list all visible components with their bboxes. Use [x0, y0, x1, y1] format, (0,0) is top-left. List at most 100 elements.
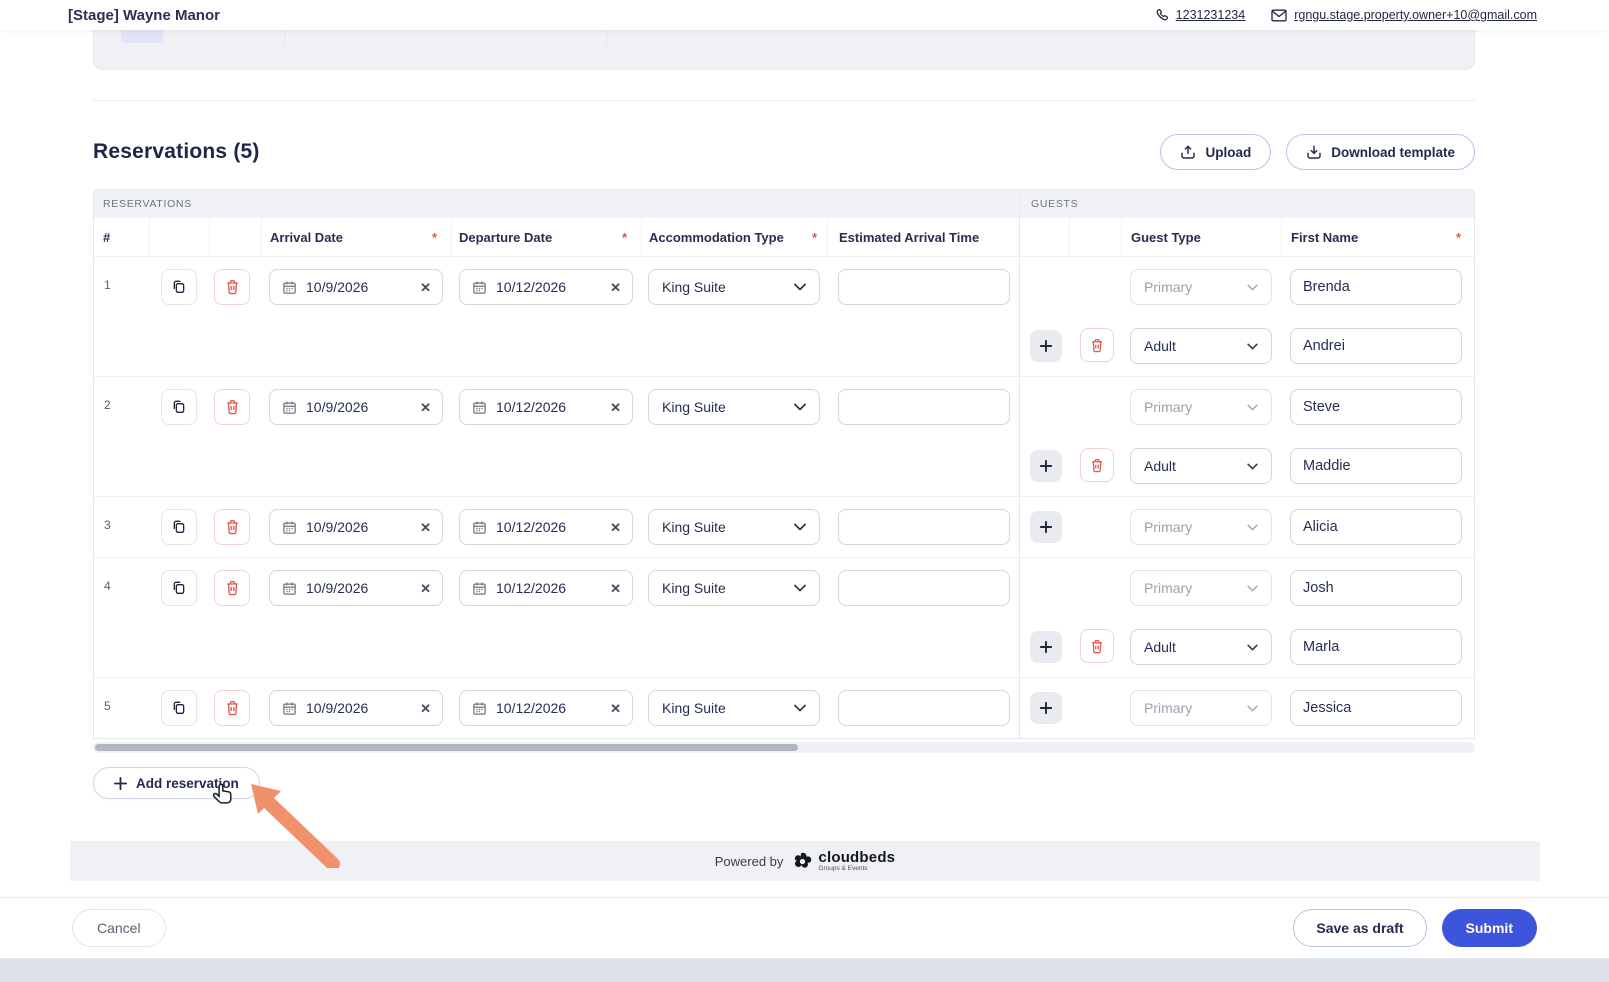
- arrival-date-input[interactable]: 10/9/2026 ✕: [269, 690, 443, 726]
- guest-type-select[interactable]: Primary: [1130, 269, 1272, 305]
- departure-date-input[interactable]: 10/12/2026 ✕: [459, 509, 633, 545]
- guest-lines: Primary Adult: [1019, 377, 1475, 496]
- table-row: 5 10/9/2026 ✕: [94, 677, 1474, 738]
- col-accommodation-label: Accommodation Type: [649, 230, 784, 245]
- add-guest-button[interactable]: [1030, 450, 1062, 482]
- clear-icon[interactable]: ✕: [420, 582, 431, 595]
- clear-icon[interactable]: ✕: [610, 702, 621, 715]
- calendar-icon: [282, 701, 297, 716]
- guest-type-select[interactable]: Primary: [1130, 509, 1272, 545]
- table-row: 1 10/9/2026 ✕: [94, 257, 1474, 376]
- arrival-date-input[interactable]: 10/9/2026 ✕: [269, 509, 443, 545]
- group-header-row: RESERVATIONS GUESTS: [94, 190, 1474, 218]
- row-number: 1: [94, 269, 150, 292]
- delete-reservation-button[interactable]: [214, 509, 250, 545]
- clear-icon[interactable]: ✕: [420, 702, 431, 715]
- arrival-date-value: 10/9/2026: [306, 700, 411, 716]
- upload-button[interactable]: Upload: [1160, 134, 1271, 170]
- col-estimated-arrival: Estimated Arrival Time: [828, 218, 1019, 257]
- group-header-guests: GUESTS: [1019, 190, 1475, 218]
- save-as-draft-button[interactable]: Save as draft: [1293, 909, 1426, 947]
- first-name-input[interactable]: [1290, 448, 1462, 484]
- reservations-table: RESERVATIONS GUESTS # Arrival Date * Dep…: [93, 189, 1475, 739]
- estimated-arrival-input[interactable]: [838, 509, 1010, 545]
- first-name-input[interactable]: [1290, 269, 1462, 305]
- clear-icon[interactable]: ✕: [610, 521, 621, 534]
- estimated-arrival-input[interactable]: [838, 389, 1010, 425]
- clear-icon[interactable]: ✕: [610, 281, 621, 294]
- required-marker: *: [1456, 230, 1461, 245]
- estimated-arrival-input[interactable]: [838, 269, 1010, 305]
- accommodation-type-select[interactable]: King Suite: [648, 389, 820, 425]
- add-guest-button[interactable]: [1030, 692, 1062, 724]
- arrival-date-input[interactable]: 10/9/2026 ✕: [269, 389, 443, 425]
- col-first-name: First Name *: [1282, 218, 1475, 257]
- delete-reservation-button[interactable]: [214, 570, 250, 606]
- download-template-button[interactable]: Download template: [1286, 134, 1475, 170]
- main-content: Reservations (5) Upload Download templat…: [0, 30, 1609, 897]
- clear-icon[interactable]: ✕: [610, 401, 621, 414]
- col-guest-type: Guest Type: [1122, 218, 1282, 257]
- guest-type-select[interactable]: Adult: [1130, 629, 1272, 665]
- add-reservation-button[interactable]: Add reservation: [93, 767, 260, 799]
- first-name-input[interactable]: [1290, 389, 1462, 425]
- first-name-input[interactable]: [1290, 629, 1462, 665]
- duplicate-reservation-button[interactable]: [161, 570, 197, 606]
- first-name-input[interactable]: [1290, 570, 1462, 606]
- duplicate-reservation-button[interactable]: [161, 690, 197, 726]
- phone-link[interactable]: 1231231234: [1155, 8, 1246, 22]
- remove-guest-button[interactable]: [1080, 629, 1114, 663]
- estimated-arrival-input[interactable]: [838, 690, 1010, 726]
- departure-date-value: 10/12/2026: [496, 700, 601, 716]
- departure-date-value: 10/12/2026: [496, 279, 601, 295]
- remove-guest-button[interactable]: [1080, 328, 1114, 362]
- delete-reservation-button[interactable]: [214, 389, 250, 425]
- guest-type-select[interactable]: Primary: [1130, 690, 1272, 726]
- first-name-input[interactable]: [1290, 690, 1462, 726]
- accommodation-type-select[interactable]: King Suite: [648, 570, 820, 606]
- delete-reservation-button[interactable]: [214, 690, 250, 726]
- guest-line: Primary: [1020, 389, 1475, 425]
- departure-date-input[interactable]: 10/12/2026 ✕: [459, 269, 633, 305]
- accommodation-type-select[interactable]: King Suite: [648, 690, 820, 726]
- duplicate-reservation-button[interactable]: [161, 509, 197, 545]
- add-guest-button[interactable]: [1030, 631, 1062, 663]
- email-link[interactable]: rgngu.stage.property.owner+10@gmail.com: [1271, 8, 1537, 22]
- add-guest-button[interactable]: [1030, 330, 1062, 362]
- page: [Stage] Wayne Manor 1231231234 rgngu.sta…: [0, 0, 1609, 982]
- guest-type-select[interactable]: Primary: [1130, 389, 1272, 425]
- divider: [284, 30, 285, 45]
- remove-guest-button[interactable]: [1080, 448, 1114, 482]
- departure-date-input[interactable]: 10/12/2026 ✕: [459, 690, 633, 726]
- estimated-arrival-input[interactable]: [838, 570, 1010, 606]
- horizontal-scrollbar[interactable]: [93, 742, 1475, 753]
- guest-type-value: Primary: [1144, 519, 1192, 535]
- accommodation-type-select[interactable]: King Suite: [648, 269, 820, 305]
- upload-icon: [1180, 144, 1196, 160]
- first-name-input[interactable]: [1290, 509, 1462, 545]
- departure-date-input[interactable]: 10/12/2026 ✕: [459, 389, 633, 425]
- submit-button[interactable]: Submit: [1442, 909, 1537, 947]
- duplicate-reservation-button[interactable]: [161, 389, 197, 425]
- duplicate-reservation-button[interactable]: [161, 269, 197, 305]
- guest-type-select[interactable]: Primary: [1130, 570, 1272, 606]
- col-departure-label: Departure Date: [459, 230, 552, 245]
- scrollbar-thumb[interactable]: [95, 744, 798, 751]
- row-number: 3: [94, 509, 150, 532]
- arrival-date-input[interactable]: 10/9/2026 ✕: [269, 570, 443, 606]
- guest-type-select[interactable]: Adult: [1130, 448, 1272, 484]
- clear-icon[interactable]: ✕: [420, 521, 431, 534]
- clear-icon[interactable]: ✕: [610, 582, 621, 595]
- cancel-button[interactable]: Cancel: [72, 909, 166, 947]
- guest-type-select[interactable]: Adult: [1130, 328, 1272, 364]
- departure-date-input[interactable]: 10/12/2026 ✕: [459, 570, 633, 606]
- first-name-input[interactable]: [1290, 328, 1462, 364]
- arrival-date-input[interactable]: 10/9/2026 ✕: [269, 269, 443, 305]
- cloudbeds-logo: cloudbeds Groups & Events: [792, 850, 895, 873]
- add-guest-button[interactable]: [1030, 511, 1062, 543]
- guest-line: Adult: [1020, 328, 1475, 364]
- clear-icon[interactable]: ✕: [420, 401, 431, 414]
- clear-icon[interactable]: ✕: [420, 281, 431, 294]
- accommodation-type-select[interactable]: King Suite: [648, 509, 820, 545]
- delete-reservation-button[interactable]: [214, 269, 250, 305]
